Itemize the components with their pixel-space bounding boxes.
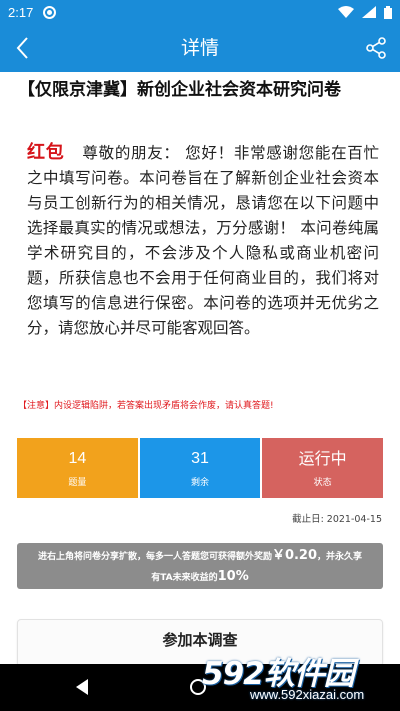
notice-text: 【注意】内设逻辑陷阱，若答案出现矛盾将会作废，请认真答题! [18, 401, 274, 411]
red-packet-badge: 红包 [27, 142, 65, 163]
nav-back-icon[interactable] [74, 678, 90, 696]
stat-question-count: 14 题量 [17, 438, 138, 498]
stats-row: 14 题量 31 剩余 运行中 状态 [17, 438, 384, 498]
share-reward-banner: 进右上角将问卷分享扩散，每多一人答题您可获得额外奖励￥0.20，并永久享 有TA… [17, 543, 383, 589]
survey-title: 【仅限京津冀】新创企业社会资本研究问卷 [18, 80, 341, 100]
status-time: 2:17 [8, 4, 34, 20]
stat-value: 运行中 [298, 448, 347, 468]
stat-value: 31 [191, 449, 209, 467]
stat-label: 状态 [313, 477, 332, 488]
stat-remaining: 31 剩余 [139, 438, 261, 498]
survey-intro-text: 尊敬的朋友： 您好！非常感谢您能在百忙之中填写问卷。本问卷旨在了解新创企业社会资… [27, 144, 379, 337]
share-reward-line2: 有TA未来收益的10% [151, 569, 249, 584]
stat-status: 运行中 状态 [262, 438, 384, 498]
reward-percent: 10% [217, 569, 249, 584]
app-header: 详情 [0, 24, 400, 72]
reward-amount: ￥0.20 [271, 548, 318, 563]
stat-value: 14 [68, 449, 87, 467]
watermark-url: www.592xiazai.com [250, 687, 365, 702]
sync-icon [43, 5, 57, 19]
page-title: 详情 [180, 37, 219, 59]
status-icons [338, 5, 392, 19]
status-bar: 2:17 [0, 0, 400, 24]
share-icon[interactable] [364, 36, 388, 60]
battery-icon [384, 5, 392, 19]
stat-label: 剩余 [191, 477, 210, 488]
site-watermark: 592软件园 www.592xiazai.com [188, 640, 400, 711]
share-reward-line1: 进右上角将问卷分享扩散，每多一人答题您可获得额外奖励￥0.20，并永久享 [37, 548, 363, 563]
signal-icon [362, 6, 376, 18]
survey-intro: 红包 尊敬的朋友： 您好！非常感谢您能在百忙之中填写问卷。本问卷旨在了解新创企业社… [27, 140, 379, 341]
deadline-text: 截止日: 2021-04-15 [292, 514, 382, 525]
stat-label: 题量 [68, 477, 87, 488]
wifi-icon [338, 6, 354, 18]
